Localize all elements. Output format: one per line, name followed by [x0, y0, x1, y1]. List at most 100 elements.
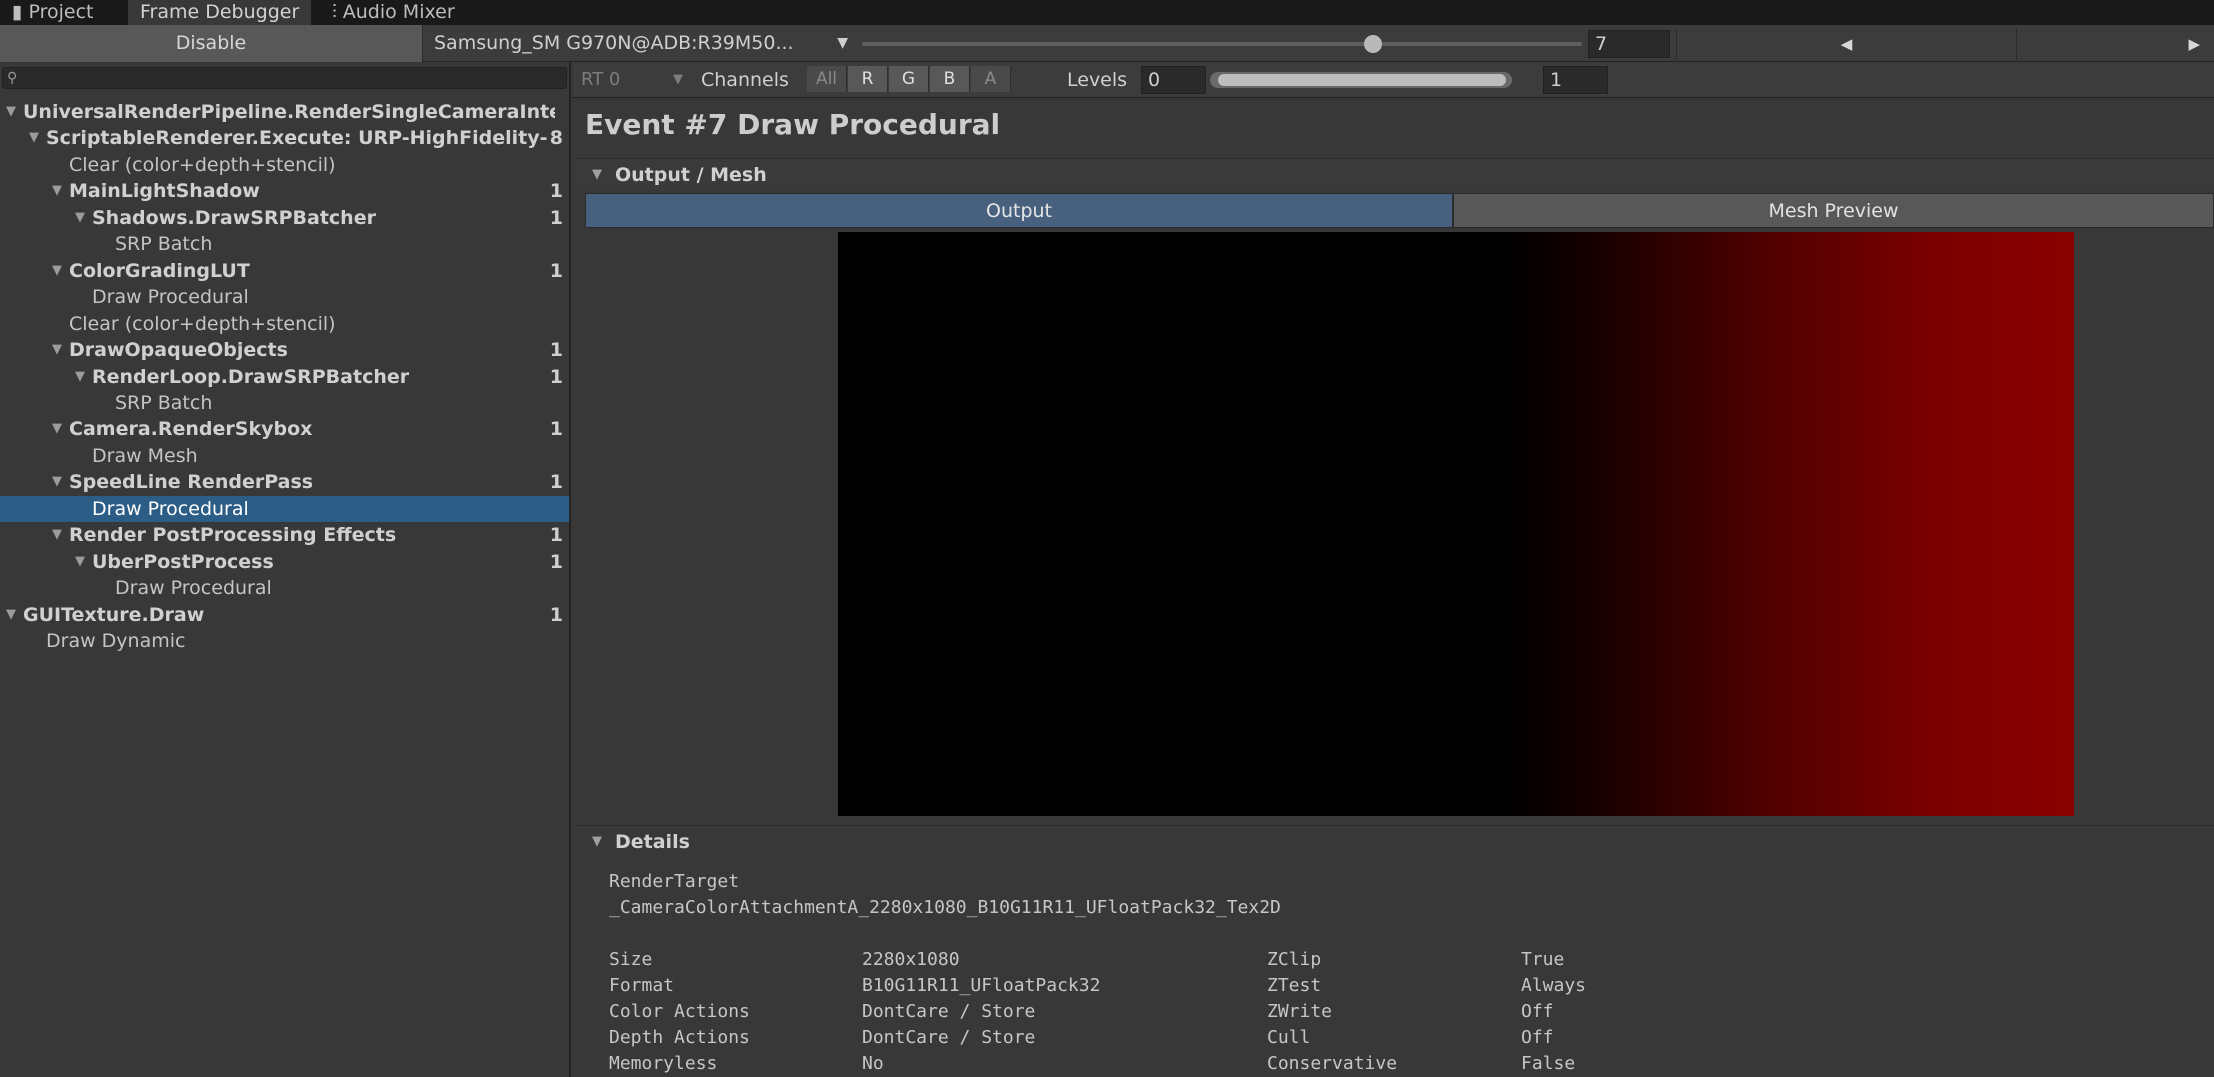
levels-max-field[interactable]: 1: [1543, 66, 1608, 94]
tab-output[interactable]: Output: [585, 193, 1453, 228]
tab-audio-mixer[interactable]: ⫶ Audio Mixer: [320, 0, 467, 25]
next-event-button[interactable]: ▶: [2016, 28, 2214, 60]
device-dropdown[interactable]: Samsung_SM G970N@ADB:R39M50... ▼: [426, 28, 856, 59]
tree-row[interactable]: Draw Mesh: [0, 443, 569, 469]
tree-row[interactable]: ▼ RenderLoop.DrawSRPBatcher 1: [0, 363, 569, 390]
tree-row[interactable]: ▼ UberPostProcess 1: [0, 548, 569, 575]
tree-row-count: 8: [547, 125, 563, 152]
search-input[interactable]: ⚲: [2, 67, 567, 89]
detail-value-depth-actions: DontCare / Store: [862, 1027, 1036, 1048]
levels-min-field[interactable]: 0: [1141, 66, 1206, 94]
detail-value-memoryless: No: [862, 1053, 884, 1074]
details-panel: ▼ Details RenderTarget _CameraColorAttac…: [577, 825, 2214, 1077]
tree-row-label: Draw Procedural: [92, 497, 249, 520]
detail-key-memoryless: Memoryless: [609, 1053, 718, 1074]
tree-row[interactable]: SRP Batch: [0, 390, 569, 416]
foldout-triangle-icon[interactable]: ▼: [6, 602, 16, 628]
foldout-triangle-icon: ▼: [592, 167, 602, 182]
output-mesh-section-label: Output / Mesh: [615, 164, 767, 186]
detail-value-zwrite: Off: [1521, 1001, 1554, 1022]
tree-row-label: Draw Dynamic: [46, 630, 186, 652]
tree-row[interactable]: ▼ ColorGradingLUT 1: [0, 257, 569, 284]
details-foldout[interactable]: ▼ Details: [577, 826, 2214, 858]
detail-value-zclip: True: [1521, 949, 1565, 970]
tab-mesh-preview[interactable]: Mesh Preview: [1453, 193, 2214, 228]
disable-button[interactable]: Disable: [0, 25, 423, 62]
tree-row[interactable]: ▼ Camera.RenderSkybox 1: [0, 416, 569, 443]
previous-event-button[interactable]: ◀: [1676, 28, 2016, 60]
tree-row[interactable]: Draw Procedural: [0, 575, 569, 601]
output-mesh-foldout[interactable]: ▼ Output / Mesh: [577, 158, 2214, 190]
channel-all-button[interactable]: All: [807, 66, 847, 92]
tree-row-label: Camera.RenderSkybox: [69, 418, 313, 441]
foldout-triangle-icon: ▼: [592, 834, 602, 849]
folder-icon: ▮: [12, 1, 23, 23]
foldout-triangle-icon[interactable]: ▼: [52, 522, 62, 548]
detail-key-ztest: ZTest: [1267, 975, 1322, 996]
render-target-label: RT 0: [581, 69, 621, 90]
tree-row[interactable]: ▼ DrawOpaqueObjects 1: [0, 337, 569, 364]
dropdown-caret-icon: ▼: [837, 35, 848, 51]
tree-row-label: SpeedLine RenderPass: [69, 471, 314, 494]
tree-row[interactable]: Draw Procedural: [0, 495, 569, 522]
tree-row-label: Shadows.DrawSRPBatcher: [92, 206, 376, 229]
foldout-triangle-icon[interactable]: ▼: [52, 416, 62, 442]
tree-row[interactable]: Clear (color+depth+stencil): [0, 152, 569, 178]
channel-r-button[interactable]: R: [848, 66, 888, 92]
tree-row-count: 1: [547, 548, 563, 575]
detail-key-cull: Cull: [1267, 1027, 1311, 1048]
detail-value-format: B10G11R11_UFloatPack32: [862, 975, 1101, 996]
foldout-triangle-icon[interactable]: ▼: [75, 549, 85, 575]
foldout-triangle-icon[interactable]: ▼: [6, 99, 16, 125]
tree-row-label: Render PostProcessing Effects: [69, 524, 397, 547]
channel-a-button[interactable]: A: [971, 66, 1011, 92]
levels-range-fill[interactable]: [1218, 74, 1506, 86]
detail-key-format: Format: [609, 975, 675, 996]
foldout-triangle-icon[interactable]: ▼: [75, 364, 85, 390]
tree-row[interactable]: Clear (color+depth+stencil): [0, 311, 569, 337]
tab-frame-debugger[interactable]: Frame Debugger: [128, 0, 312, 25]
triangle-right-icon: ▶: [2188, 35, 2200, 53]
tree-row-label: MainLightShadow: [69, 180, 260, 203]
tree-row[interactable]: ▼ UniversalRenderPipeline.RenderSingleCam…: [0, 99, 569, 125]
foldout-triangle-icon[interactable]: ▼: [29, 125, 39, 151]
tree-row-count: 1: [547, 178, 563, 205]
tree-row-label: SRP Batch: [115, 233, 213, 256]
tree-row[interactable]: Draw Dynamic: [0, 628, 569, 654]
tree-row-label: DrawOpaqueObjects: [69, 339, 288, 362]
foldout-triangle-icon[interactable]: ▼: [52, 337, 62, 363]
channel-b-button[interactable]: B: [930, 66, 970, 92]
detail-value-ztest: Always: [1521, 975, 1587, 996]
details-section-label: Details: [615, 831, 690, 853]
tree-row[interactable]: ▼ Shadows.DrawSRPBatcher 1: [0, 204, 569, 231]
tree-row-label: Draw Procedural: [115, 577, 272, 600]
mixer-icon: ⫶: [332, 1, 337, 23]
render-target-dropdown[interactable]: RT 0 ▼: [577, 66, 687, 94]
tree-row-label: GUITexture.Draw: [23, 603, 205, 626]
tree-row[interactable]: ▼ SpeedLine RenderPass 1: [0, 469, 569, 496]
tree-row-count: 1: [547, 416, 563, 443]
tree-row[interactable]: SRP Batch: [0, 231, 569, 257]
tree-row[interactable]: ▼ ScriptableRenderer.Execute: URP-HighFid…: [0, 125, 569, 152]
detail-value-size: 2280x1080: [862, 949, 960, 970]
tree-row-label: Clear (color+depth+stencil): [69, 153, 336, 176]
foldout-triangle-icon[interactable]: ▼: [52, 258, 62, 284]
tree-row[interactable]: ▼ GUITexture.Draw 1: [0, 601, 569, 628]
foldout-triangle-icon[interactable]: ▼: [52, 178, 62, 204]
channel-g-button[interactable]: G: [889, 66, 929, 92]
window-tab-bar: ▮ Project Frame Debugger ⫶ Audio Mixer: [0, 0, 2214, 25]
tree-row[interactable]: ▼ MainLightShadow 1: [0, 178, 569, 205]
detail-key-depth-actions: Depth Actions: [609, 1027, 750, 1048]
tab-project[interactable]: ▮ Project: [0, 0, 105, 25]
foldout-triangle-icon[interactable]: ▼: [52, 469, 62, 495]
tree-row-label: Clear (color+depth+stencil): [69, 312, 336, 335]
event-index-field[interactable]: 7: [1588, 30, 1670, 58]
device-label: Samsung_SM G970N@ADB:R39M50...: [434, 32, 794, 54]
event-slider-track[interactable]: [862, 42, 1582, 46]
tree-row-label: SRP Batch: [115, 391, 213, 414]
tree-row-label: UniversalRenderPipeline.RenderSingleCame…: [23, 101, 555, 123]
tree-row[interactable]: Draw Procedural: [0, 284, 569, 310]
tree-row[interactable]: ▼ Render PostProcessing Effects 1: [0, 522, 569, 549]
detail-key-size: Size: [609, 949, 653, 970]
foldout-triangle-icon[interactable]: ▼: [75, 205, 85, 231]
